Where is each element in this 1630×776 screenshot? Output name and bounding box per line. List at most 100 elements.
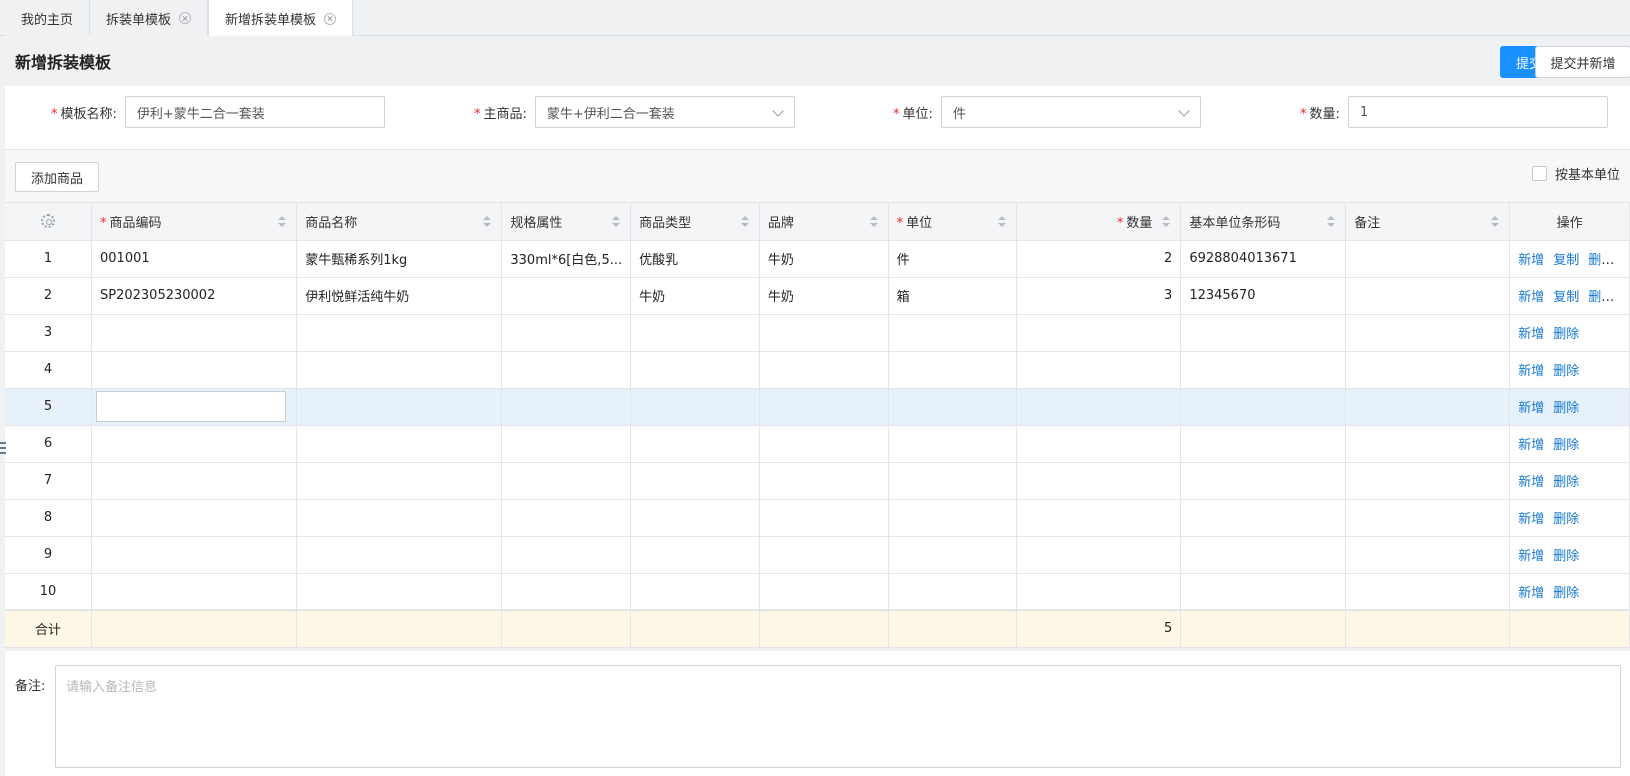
sort-icon[interactable] <box>1491 216 1500 228</box>
cell-barcode[interactable]: 12345670 <box>1180 277 1347 315</box>
sort-icon[interactable] <box>278 216 287 228</box>
cell-type[interactable] <box>630 462 760 500</box>
template-name-input[interactable]: 伊利+蒙牛二合一套装 <box>124 96 385 128</box>
cell-brand[interactable] <box>759 536 889 574</box>
cell-code[interactable] <box>91 499 298 537</box>
cell-name[interactable] <box>296 573 503 611</box>
add-row-link[interactable]: 新增 <box>1518 438 1544 453</box>
cell-spec[interactable] <box>501 499 632 537</box>
table-row[interactable]: 2 SP202305230002 伊利悦鲜活纯牛奶 牛奶 牛奶箱 3 12345670 新增复… <box>5 277 1630 315</box>
table-row[interactable]: 9 新增 删除 <box>5 536 1630 574</box>
add-row-link[interactable]: 新增 <box>1518 401 1544 416</box>
cell-editor-input[interactable] <box>96 391 286 422</box>
cell-spec[interactable] <box>501 425 632 463</box>
table-row[interactable]: 6 新增 删除 <box>5 425 1630 463</box>
sort-icon[interactable] <box>483 216 492 228</box>
cell-remark[interactable] <box>1345 277 1511 315</box>
base-unit-toggle[interactable]: 按基本单位 <box>1531 164 1620 183</box>
table-row[interactable]: 1 001001 蒙牛甄稀系列1kg 330ml*6[白色,5... 优酸乳 牛奶件 2 69… <box>5 240 1630 278</box>
cell-brand[interactable]: 牛奶 <box>759 240 889 278</box>
unit-select[interactable]: 件 <box>940 96 1201 128</box>
cell-remark[interactable] <box>1345 240 1511 278</box>
tab-new-template[interactable]: 新增拆装单模板 <box>208 0 354 37</box>
cell-type[interactable] <box>630 388 760 426</box>
col-header-qty[interactable]: * 数量 <box>1016 203 1182 241</box>
col-header-code[interactable]: * 商品编码 <box>91 203 298 241</box>
cell-qty[interactable] <box>1016 499 1182 537</box>
cell-remark[interactable] <box>1345 314 1511 352</box>
delete-row-link[interactable]: 删除 <box>1553 586 1579 601</box>
cell-remark[interactable] <box>1345 388 1511 426</box>
cell-name[interactable]: 蒙牛甄稀系列1kg <box>296 240 503 278</box>
sort-icon[interactable] <box>1327 216 1336 228</box>
remark-textarea[interactable]: 请输入备注信息 <box>55 665 1621 768</box>
copy-row-link[interactable]: 复制 <box>1553 253 1579 268</box>
cell-qty[interactable] <box>1016 388 1182 426</box>
delete-row-link[interactable]: 删除 <box>1553 401 1579 416</box>
cell-name[interactable] <box>296 536 503 574</box>
cell-name[interactable] <box>296 425 503 463</box>
cell-barcode[interactable]: 6928804013671 <box>1180 240 1347 278</box>
table-row[interactable]: 3 新增 删除 <box>5 314 1630 352</box>
add-row-link[interactable]: 新增 <box>1518 364 1544 379</box>
sort-icon[interactable] <box>740 216 749 228</box>
cell-brand[interactable] <box>759 462 889 500</box>
sort-icon[interactable] <box>612 216 621 228</box>
cell-qty[interactable] <box>1016 462 1182 500</box>
col-header-brand[interactable]: 品牌 <box>759 203 889 241</box>
cell-code[interactable] <box>91 314 298 352</box>
tab-home[interactable]: 我的主页 <box>5 0 91 36</box>
cell-barcode[interactable] <box>1180 425 1347 463</box>
close-icon[interactable] <box>324 12 337 25</box>
cell-name[interactable] <box>296 462 503 500</box>
cell-type[interactable]: 优酸乳 <box>630 240 760 278</box>
cell-remark[interactable] <box>1345 425 1511 463</box>
cell-code[interactable]: SP202305230002 <box>91 277 298 315</box>
cell-brand[interactable] <box>759 314 889 352</box>
sort-icon[interactable] <box>1162 216 1171 228</box>
cell-type[interactable] <box>630 425 760 463</box>
cell-code[interactable] <box>91 351 298 389</box>
cell-unit[interactable] <box>888 314 1018 352</box>
col-header-type[interactable]: 商品类型 <box>630 203 760 241</box>
cell-type[interactable]: 牛奶 <box>630 277 760 315</box>
add-row-link[interactable]: 新增 <box>1518 549 1544 564</box>
close-icon[interactable] <box>179 12 192 24</box>
cell-code[interactable] <box>91 573 298 611</box>
cell-remark[interactable] <box>1345 462 1511 500</box>
cell-unit[interactable] <box>888 425 1018 463</box>
delete-row-link[interactable]: 删除 <box>1588 290 1614 305</box>
cell-type[interactable] <box>630 499 760 537</box>
cell-barcode[interactable] <box>1180 462 1347 500</box>
col-header-barcode[interactable]: 基本单位条形码 <box>1180 203 1347 241</box>
delete-row-link[interactable]: 删除 <box>1553 512 1579 527</box>
cell-type[interactable] <box>630 351 760 389</box>
table-row[interactable]: 7 新增 删除 <box>5 462 1630 500</box>
cell-name[interactable] <box>296 499 503 537</box>
delete-row-link[interactable]: 删除 <box>1553 475 1579 490</box>
cell-qty[interactable] <box>1016 573 1182 611</box>
delete-row-link[interactable]: 删除 <box>1553 364 1579 379</box>
cell-qty[interactable] <box>1016 536 1182 574</box>
add-row-link[interactable]: 新增 <box>1518 586 1544 601</box>
col-header-unit[interactable]: * 单位 <box>888 203 1018 241</box>
submit-and-new-button[interactable]: 提交并新增 <box>1535 46 1630 78</box>
table-row[interactable]: 8 新增 删除 <box>5 499 1630 537</box>
main-product-select[interactable]: 蒙牛+伊利二合一套装 <box>534 96 795 128</box>
delete-row-link[interactable]: 删除 <box>1553 549 1579 564</box>
col-header-name[interactable]: 商品名称 <box>296 203 503 241</box>
cell-brand[interactable] <box>759 425 889 463</box>
cell-brand[interactable]: 牛奶 <box>759 277 889 315</box>
table-row[interactable]: 10 新增 删除 <box>5 573 1630 611</box>
add-row-link[interactable]: 新增 <box>1518 253 1544 268</box>
side-panel-handle[interactable] <box>0 442 6 456</box>
cell-spec[interactable] <box>501 314 632 352</box>
add-row-link[interactable]: 新增 <box>1518 327 1544 342</box>
cell-code[interactable] <box>91 536 298 574</box>
cell-unit[interactable] <box>888 573 1018 611</box>
cell-remark[interactable] <box>1345 351 1511 389</box>
column-settings[interactable] <box>5 203 92 241</box>
cell-unit[interactable] <box>888 462 1018 500</box>
cell-brand[interactable] <box>759 573 889 611</box>
cell-qty[interactable]: 2 <box>1016 240 1182 278</box>
